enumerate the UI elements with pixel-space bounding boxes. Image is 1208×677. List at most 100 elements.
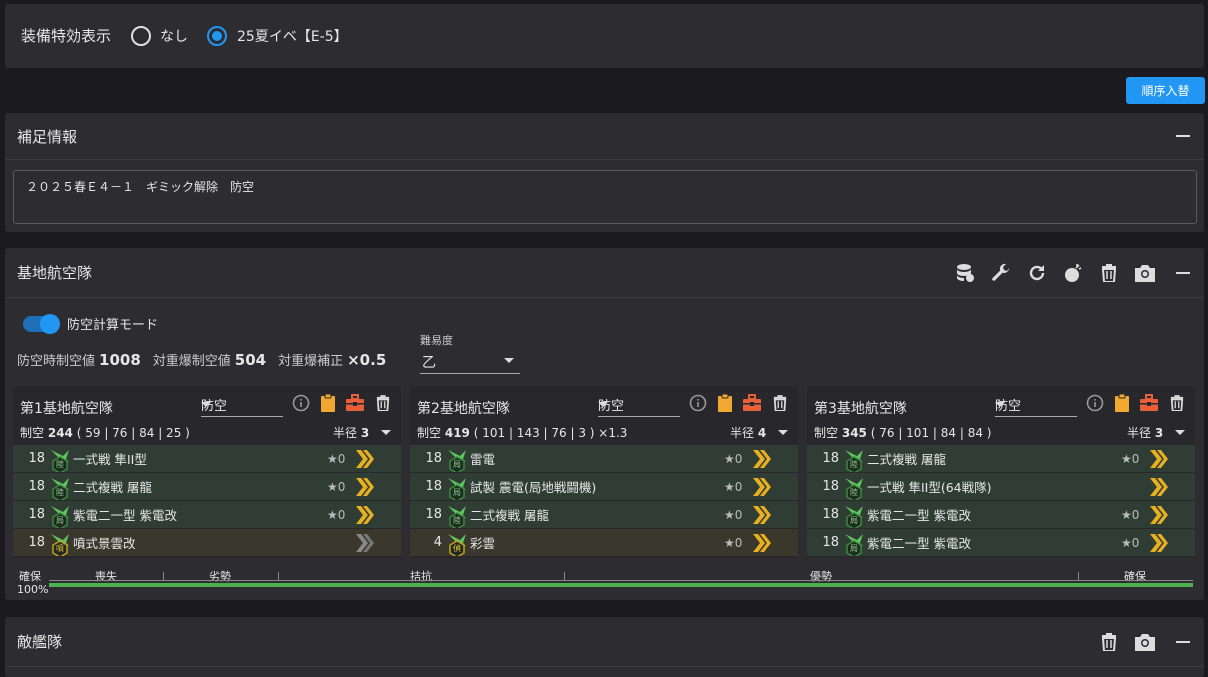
proficiency-icon[interactable]: [1147, 476, 1185, 498]
supplement-textarea[interactable]: ２０２５春Ｅ４－１ ギミック解除 防空: [13, 170, 1197, 224]
trash-icon[interactable]: [1166, 392, 1188, 414]
camera-icon[interactable]: [1134, 262, 1156, 284]
corps-radius[interactable]: 半径 3: [1127, 424, 1185, 441]
slot-count[interactable]: 18: [807, 507, 841, 522]
equipment-name[interactable]: 二式複戦 屠龍: [470, 505, 724, 524]
improvement-level[interactable]: ★0: [724, 508, 750, 522]
supplement-text[interactable]: ２０２５春Ｅ４－１ ギミック解除 防空: [26, 180, 254, 194]
collapse-icon[interactable]: [1176, 135, 1190, 137]
toolbox-icon[interactable]: [344, 392, 366, 414]
slot-count[interactable]: 18: [807, 479, 841, 494]
trash-icon[interactable]: [769, 392, 791, 414]
clipboard-icon[interactable]: [714, 392, 736, 414]
equipment-name[interactable]: 噴式景雲改: [73, 533, 327, 552]
clipboard-icon[interactable]: [1111, 392, 1133, 414]
improvement-level[interactable]: ★0: [724, 536, 750, 550]
info-icon[interactable]: [290, 392, 312, 414]
slot-count[interactable]: 18: [410, 479, 444, 494]
equipment-slot[interactable]: 18 局 紫電二一型 紫電改 ★0: [13, 501, 401, 530]
camera-icon[interactable]: [1134, 631, 1156, 653]
proficiency-icon[interactable]: [353, 504, 391, 526]
clipboard-icon[interactable]: [317, 392, 339, 414]
improvement-level[interactable]: ★0: [1121, 508, 1147, 522]
equipment-name[interactable]: 紫電二一型 紫電改: [73, 505, 327, 524]
improvement-level[interactable]: ★0: [724, 452, 750, 466]
equipment-slot[interactable]: 18 陸 一式戦 隼II型 ★0: [13, 445, 401, 474]
equipment-slot[interactable]: 18 局 試製 震電(局地戦闘機) ★0: [410, 473, 798, 502]
toolbox-icon[interactable]: [741, 392, 763, 414]
equipment-name[interactable]: 雷電: [470, 449, 724, 468]
proficiency-icon[interactable]: [1147, 504, 1185, 526]
equipment-name[interactable]: 試製 震電(局地戦闘機): [470, 477, 724, 496]
improvement-level[interactable]: ★0: [327, 480, 353, 494]
slot-count[interactable]: 18: [807, 451, 841, 466]
aa-mode-toggle[interactable]: [23, 313, 60, 334]
corps-mode-select[interactable]: 防空: [995, 393, 1077, 417]
refresh-icon[interactable]: [1026, 262, 1048, 284]
proficiency-icon[interactable]: [750, 504, 788, 526]
equipment-name[interactable]: 彩雲: [470, 533, 724, 552]
equipment-slot[interactable]: 4 偵 彩雲 ★0: [410, 529, 798, 558]
equipment-slot[interactable]: 18 陸 二式複戦 屠龍 ★0: [13, 473, 401, 502]
corps-radius[interactable]: 半径 4: [730, 424, 788, 441]
radio-event-label[interactable]: 25夏イベ【E-5】: [237, 26, 348, 46]
info-icon[interactable]: [687, 392, 709, 414]
equipment-slot[interactable]: 18 局 雷電 ★0: [410, 445, 798, 474]
equipment-name[interactable]: 二式複戦 屠龍: [73, 477, 327, 496]
proficiency-icon[interactable]: [750, 448, 788, 470]
slot-count[interactable]: 18: [410, 507, 444, 522]
trash-icon[interactable]: [1098, 262, 1120, 284]
slot-count[interactable]: 18: [410, 451, 444, 466]
equipment-name[interactable]: 二式複戦 屠龍: [867, 449, 1121, 468]
equipment-slot[interactable]: 18 局 紫電二一型 紫電改 ★0: [807, 529, 1195, 558]
improvement-level[interactable]: ★0: [724, 480, 750, 494]
toolbox-icon[interactable]: [1138, 392, 1160, 414]
equipment-name[interactable]: 一式戦 隼II型(64戦隊): [867, 477, 1121, 496]
equipment-name[interactable]: 一式戦 隼II型: [73, 449, 327, 468]
improvement-level[interactable]: ★0: [1121, 452, 1147, 466]
collapse-icon[interactable]: [1176, 271, 1190, 274]
difficulty-value[interactable]: 乙: [422, 352, 436, 372]
proficiency-icon[interactable]: [353, 448, 391, 470]
info-icon[interactable]: [1084, 392, 1106, 414]
trash-icon[interactable]: [372, 392, 394, 414]
reorder-button[interactable]: 順序入替: [1126, 77, 1205, 104]
equipment-slot[interactable]: 18 噴 噴式景雲改: [13, 529, 401, 558]
bomb-icon[interactable]: [1062, 262, 1084, 284]
improvement-level[interactable]: ★0: [327, 452, 353, 466]
slot-count[interactable]: 18: [13, 451, 47, 466]
slot-count[interactable]: 18: [807, 535, 841, 550]
wrench-icon[interactable]: [990, 262, 1012, 284]
trash-icon[interactable]: [1098, 631, 1120, 653]
improvement-level[interactable]: ★0: [327, 508, 353, 522]
proficiency-icon[interactable]: [1147, 532, 1185, 554]
equipment-slot[interactable]: 18 陸 一式戦 隼II型(64戦隊): [807, 473, 1195, 502]
proficiency-icon[interactable]: [353, 532, 391, 554]
corps-radius[interactable]: 半径 3: [333, 424, 391, 441]
radio-none-label[interactable]: なし: [160, 26, 188, 46]
corps-radius-value[interactable]: 3: [361, 426, 369, 440]
proficiency-icon[interactable]: [353, 476, 391, 498]
corps-mode-select[interactable]: 防空: [598, 393, 680, 417]
slot-count[interactable]: 18: [13, 479, 47, 494]
corps-radius-value[interactable]: 4: [758, 426, 766, 440]
equipment-name[interactable]: 紫電二一型 紫電改: [867, 505, 1121, 524]
improvement-level[interactable]: ★0: [1121, 536, 1147, 550]
equipment-slot[interactable]: 18 陸 二式複戦 屠龍 ★0: [807, 445, 1195, 474]
proficiency-icon[interactable]: [1147, 448, 1185, 470]
equipment-slot[interactable]: 18 陸 二式複戦 屠龍 ★0: [410, 501, 798, 530]
corps-radius-value[interactable]: 3: [1155, 426, 1163, 440]
radio-event[interactable]: [207, 25, 228, 46]
equipment-slot[interactable]: 18 局 紫電二一型 紫電改 ★0: [807, 501, 1195, 530]
slot-count[interactable]: 18: [13, 535, 47, 550]
equipment-name[interactable]: 紫電二一型 紫電改: [867, 533, 1121, 552]
database-icon[interactable]: [954, 262, 976, 284]
proficiency-icon[interactable]: [750, 476, 788, 498]
radio-none[interactable]: [131, 25, 152, 46]
proficiency-icon[interactable]: [750, 532, 788, 554]
difficulty-select[interactable]: 乙: [420, 348, 520, 374]
slot-count[interactable]: 4: [410, 535, 444, 550]
collapse-icon[interactable]: [1176, 640, 1190, 643]
slot-count[interactable]: 18: [13, 507, 47, 522]
corps-mode-select[interactable]: 防空: [201, 393, 283, 417]
